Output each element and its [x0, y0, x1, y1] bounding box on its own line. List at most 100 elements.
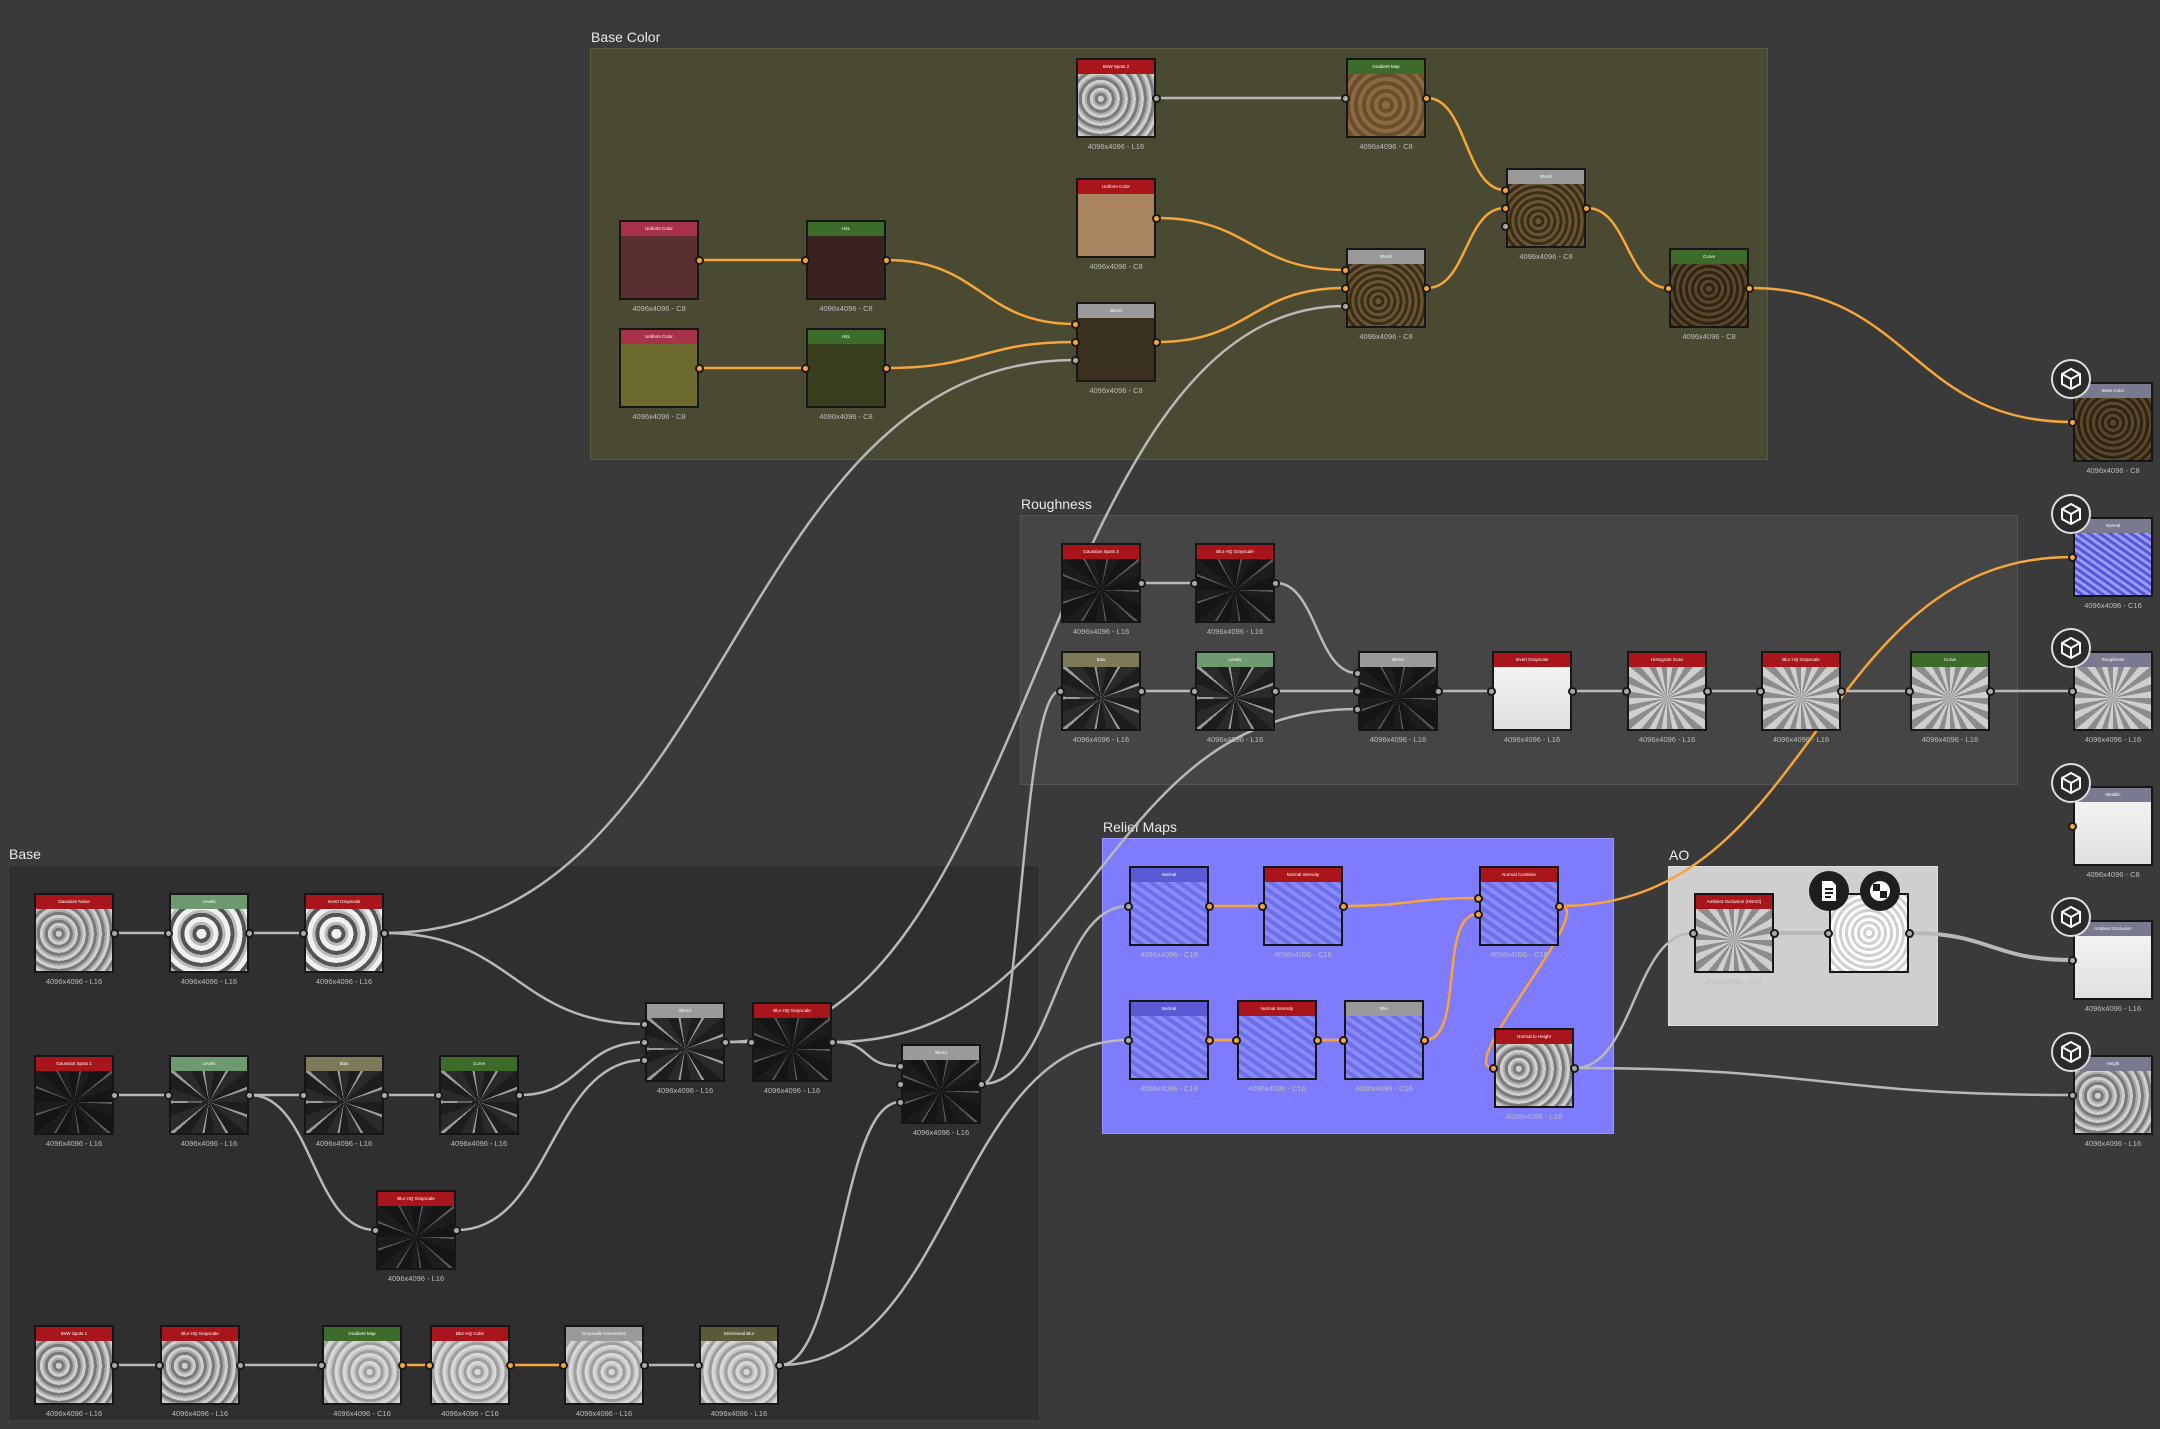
input-port[interactable]: [299, 929, 308, 938]
node-out-normal[interactable]: Normal 4096x4096 - C16: [2073, 517, 2153, 610]
output-port[interactable]: [452, 1226, 461, 1235]
input-port[interactable]: [747, 1038, 756, 1047]
input-port[interactable]: [1124, 1036, 1133, 1045]
node-b-gradmap[interactable]: Gradient Map 4096x4096 - C16: [322, 1325, 402, 1418]
output-port[interactable]: [1905, 929, 1914, 938]
output-port[interactable]: [1570, 1064, 1579, 1073]
output-port[interactable]: [110, 1361, 119, 1370]
output-port[interactable]: [1745, 284, 1754, 293]
node-r-curve[interactable]: Curve 4096x4096 - L16: [1910, 651, 1990, 744]
input-port[interactable]: [299, 1091, 308, 1100]
output-port[interactable]: [1313, 1036, 1322, 1045]
input-port[interactable]: [1756, 687, 1765, 696]
node-b-gconv[interactable]: Grayscale Conversion 4096x4096 - L16: [564, 1325, 644, 1418]
output-port[interactable]: [110, 929, 119, 938]
output-port[interactable]: [380, 1091, 389, 1100]
frame-roughness[interactable]: Roughness: [1020, 496, 2018, 785]
node-bc-curve[interactable]: Curve 4096x4096 - C8: [1669, 248, 1749, 341]
input-port[interactable]: [1689, 929, 1698, 938]
output-port[interactable]: [1271, 579, 1280, 588]
node-ao-node[interactable]: Ambient Occlusion (HBAO) 4096x4096 - L16: [1694, 893, 1774, 986]
output-port[interactable]: [1434, 687, 1443, 696]
node-r-levels[interactable]: Levels 4096x4096 - L16: [1195, 651, 1275, 744]
output-port[interactable]: [515, 1091, 524, 1100]
input-port[interactable]: [164, 1091, 173, 1100]
output-port[interactable]: [1582, 204, 1591, 213]
node-r-gs3[interactable]: Gaussian Spots 3 4096x4096 - L16: [1061, 543, 1141, 636]
input-port[interactable]: [2068, 553, 2077, 562]
input-port[interactable]: [2068, 1091, 2077, 1100]
output-port[interactable]: [977, 1080, 986, 1089]
node-bc-blend2[interactable]: Blend 4096x4096 - C8: [1346, 248, 1426, 341]
node-out-basecolor[interactable]: Base Color 4096x4096 - C8: [2073, 382, 2153, 475]
output-port[interactable]: [245, 929, 254, 938]
input-port[interactable]: [1341, 94, 1350, 103]
output-port[interactable]: [775, 1361, 784, 1370]
node-b-blend2[interactable]: Blend 4096x4096 - L16: [901, 1044, 981, 1137]
node-b-gs1[interactable]: Gaussian Spots 1 4096x4096 - L16: [34, 1055, 114, 1148]
node-rm-nint1[interactable]: Normal Intensity 4096x4096 - C16: [1263, 866, 1343, 959]
node-r-bias[interactable]: Bias 4096x4096 - L16: [1061, 651, 1141, 744]
cube-icon[interactable]: [2051, 897, 2091, 937]
input-port[interactable]: [425, 1361, 434, 1370]
cube-icon[interactable]: [2051, 763, 2091, 803]
node-b-blurhq3[interactable]: Blur HQ Grayscale 4096x4096 - L16: [160, 1325, 240, 1418]
node-r-invert[interactable]: Invert Grayscale 4096x4096 - L16: [1492, 651, 1572, 744]
output-port[interactable]: [1137, 579, 1146, 588]
node-b-invert[interactable]: Invert Grayscale 4096x4096 - L16: [304, 893, 384, 986]
input-port[interactable]: [1353, 669, 1362, 678]
node-b-blurhqc[interactable]: Blur HQ Color 4096x4096 - C16: [430, 1325, 510, 1418]
input-port[interactable]: [164, 929, 173, 938]
output-port[interactable]: [721, 1038, 730, 1047]
input-port[interactable]: [1056, 687, 1065, 696]
input-port[interactable]: [1339, 1036, 1348, 1045]
input-port[interactable]: [317, 1361, 326, 1370]
cube-icon[interactable]: [2051, 1032, 2091, 1072]
node-r-blend[interactable]: Blend 4096x4096 - L16: [1358, 651, 1438, 744]
node-b-levels1[interactable]: Levels 4096x4096 - L16: [169, 893, 249, 986]
input-port[interactable]: [896, 1098, 905, 1107]
input-port[interactable]: [371, 1226, 380, 1235]
input-port[interactable]: [1190, 579, 1199, 588]
output-port[interactable]: [1152, 214, 1161, 223]
input-port[interactable]: [1474, 910, 1483, 919]
node-b-blend1[interactable]: Blend 4096x4096 - L16: [645, 1002, 725, 1095]
input-port[interactable]: [1905, 687, 1914, 696]
node-bc-bnz2[interactable]: BnW Spots 2 4096x4096 - L16: [1076, 58, 1156, 151]
input-port[interactable]: [1071, 320, 1080, 329]
output-port[interactable]: [1420, 1036, 1429, 1045]
node-rm-ncomb[interactable]: Normal Combine 4096x4096 - C16: [1479, 866, 1559, 959]
input-port[interactable]: [1190, 687, 1199, 696]
input-port[interactable]: [1474, 894, 1483, 903]
input-port[interactable]: [801, 256, 810, 265]
node-rm-nint2[interactable]: Normal Intensity 4096x4096 - C16: [1237, 1000, 1317, 1093]
output-port[interactable]: [828, 1038, 837, 1047]
input-port[interactable]: [801, 364, 810, 373]
output-port[interactable]: [1770, 929, 1779, 938]
node-b-bias[interactable]: Bias 4096x4096 - L16: [304, 1055, 384, 1148]
output-port[interactable]: [1703, 687, 1712, 696]
input-port[interactable]: [1341, 266, 1350, 275]
node-out-metallic[interactable]: Metallic 4096x4096 - C8: [2073, 786, 2153, 879]
node-r-blurhq2[interactable]: Blur HQ Grayscale 4096x4096 - L16: [1761, 651, 1841, 744]
node-b-blurhq2[interactable]: Blur HQ Grayscale 4096x4096 - L16: [752, 1002, 832, 1095]
input-port[interactable]: [2068, 687, 2077, 696]
output-port[interactable]: [1422, 284, 1431, 293]
input-port[interactable]: [896, 1062, 905, 1071]
input-port[interactable]: [640, 1020, 649, 1029]
output-port[interactable]: [640, 1361, 649, 1370]
input-port[interactable]: [1124, 902, 1133, 911]
input-port[interactable]: [2068, 418, 2077, 427]
input-port[interactable]: [1664, 284, 1673, 293]
node-out-ao[interactable]: Ambient Occlusion 4096x4096 - L16: [2073, 920, 2153, 1013]
input-port[interactable]: [1232, 1036, 1241, 1045]
node-rm-normal1[interactable]: Normal 4096x4096 - C16: [1129, 866, 1209, 959]
node-b-curve[interactable]: Curve 4096x4096 - L16: [439, 1055, 519, 1148]
node-bc-uc3[interactable]: Uniform Color 4096x4096 - C8: [1076, 178, 1156, 271]
output-port[interactable]: [882, 256, 891, 265]
input-port[interactable]: [1353, 687, 1362, 696]
output-port[interactable]: [695, 364, 704, 373]
input-port[interactable]: [1622, 687, 1631, 696]
node-bc-hsl2[interactable]: HSL 4096x4096 - C8: [806, 328, 886, 421]
node-b-gnoise[interactable]: Gaussian Noise 4096x4096 - L16: [34, 893, 114, 986]
